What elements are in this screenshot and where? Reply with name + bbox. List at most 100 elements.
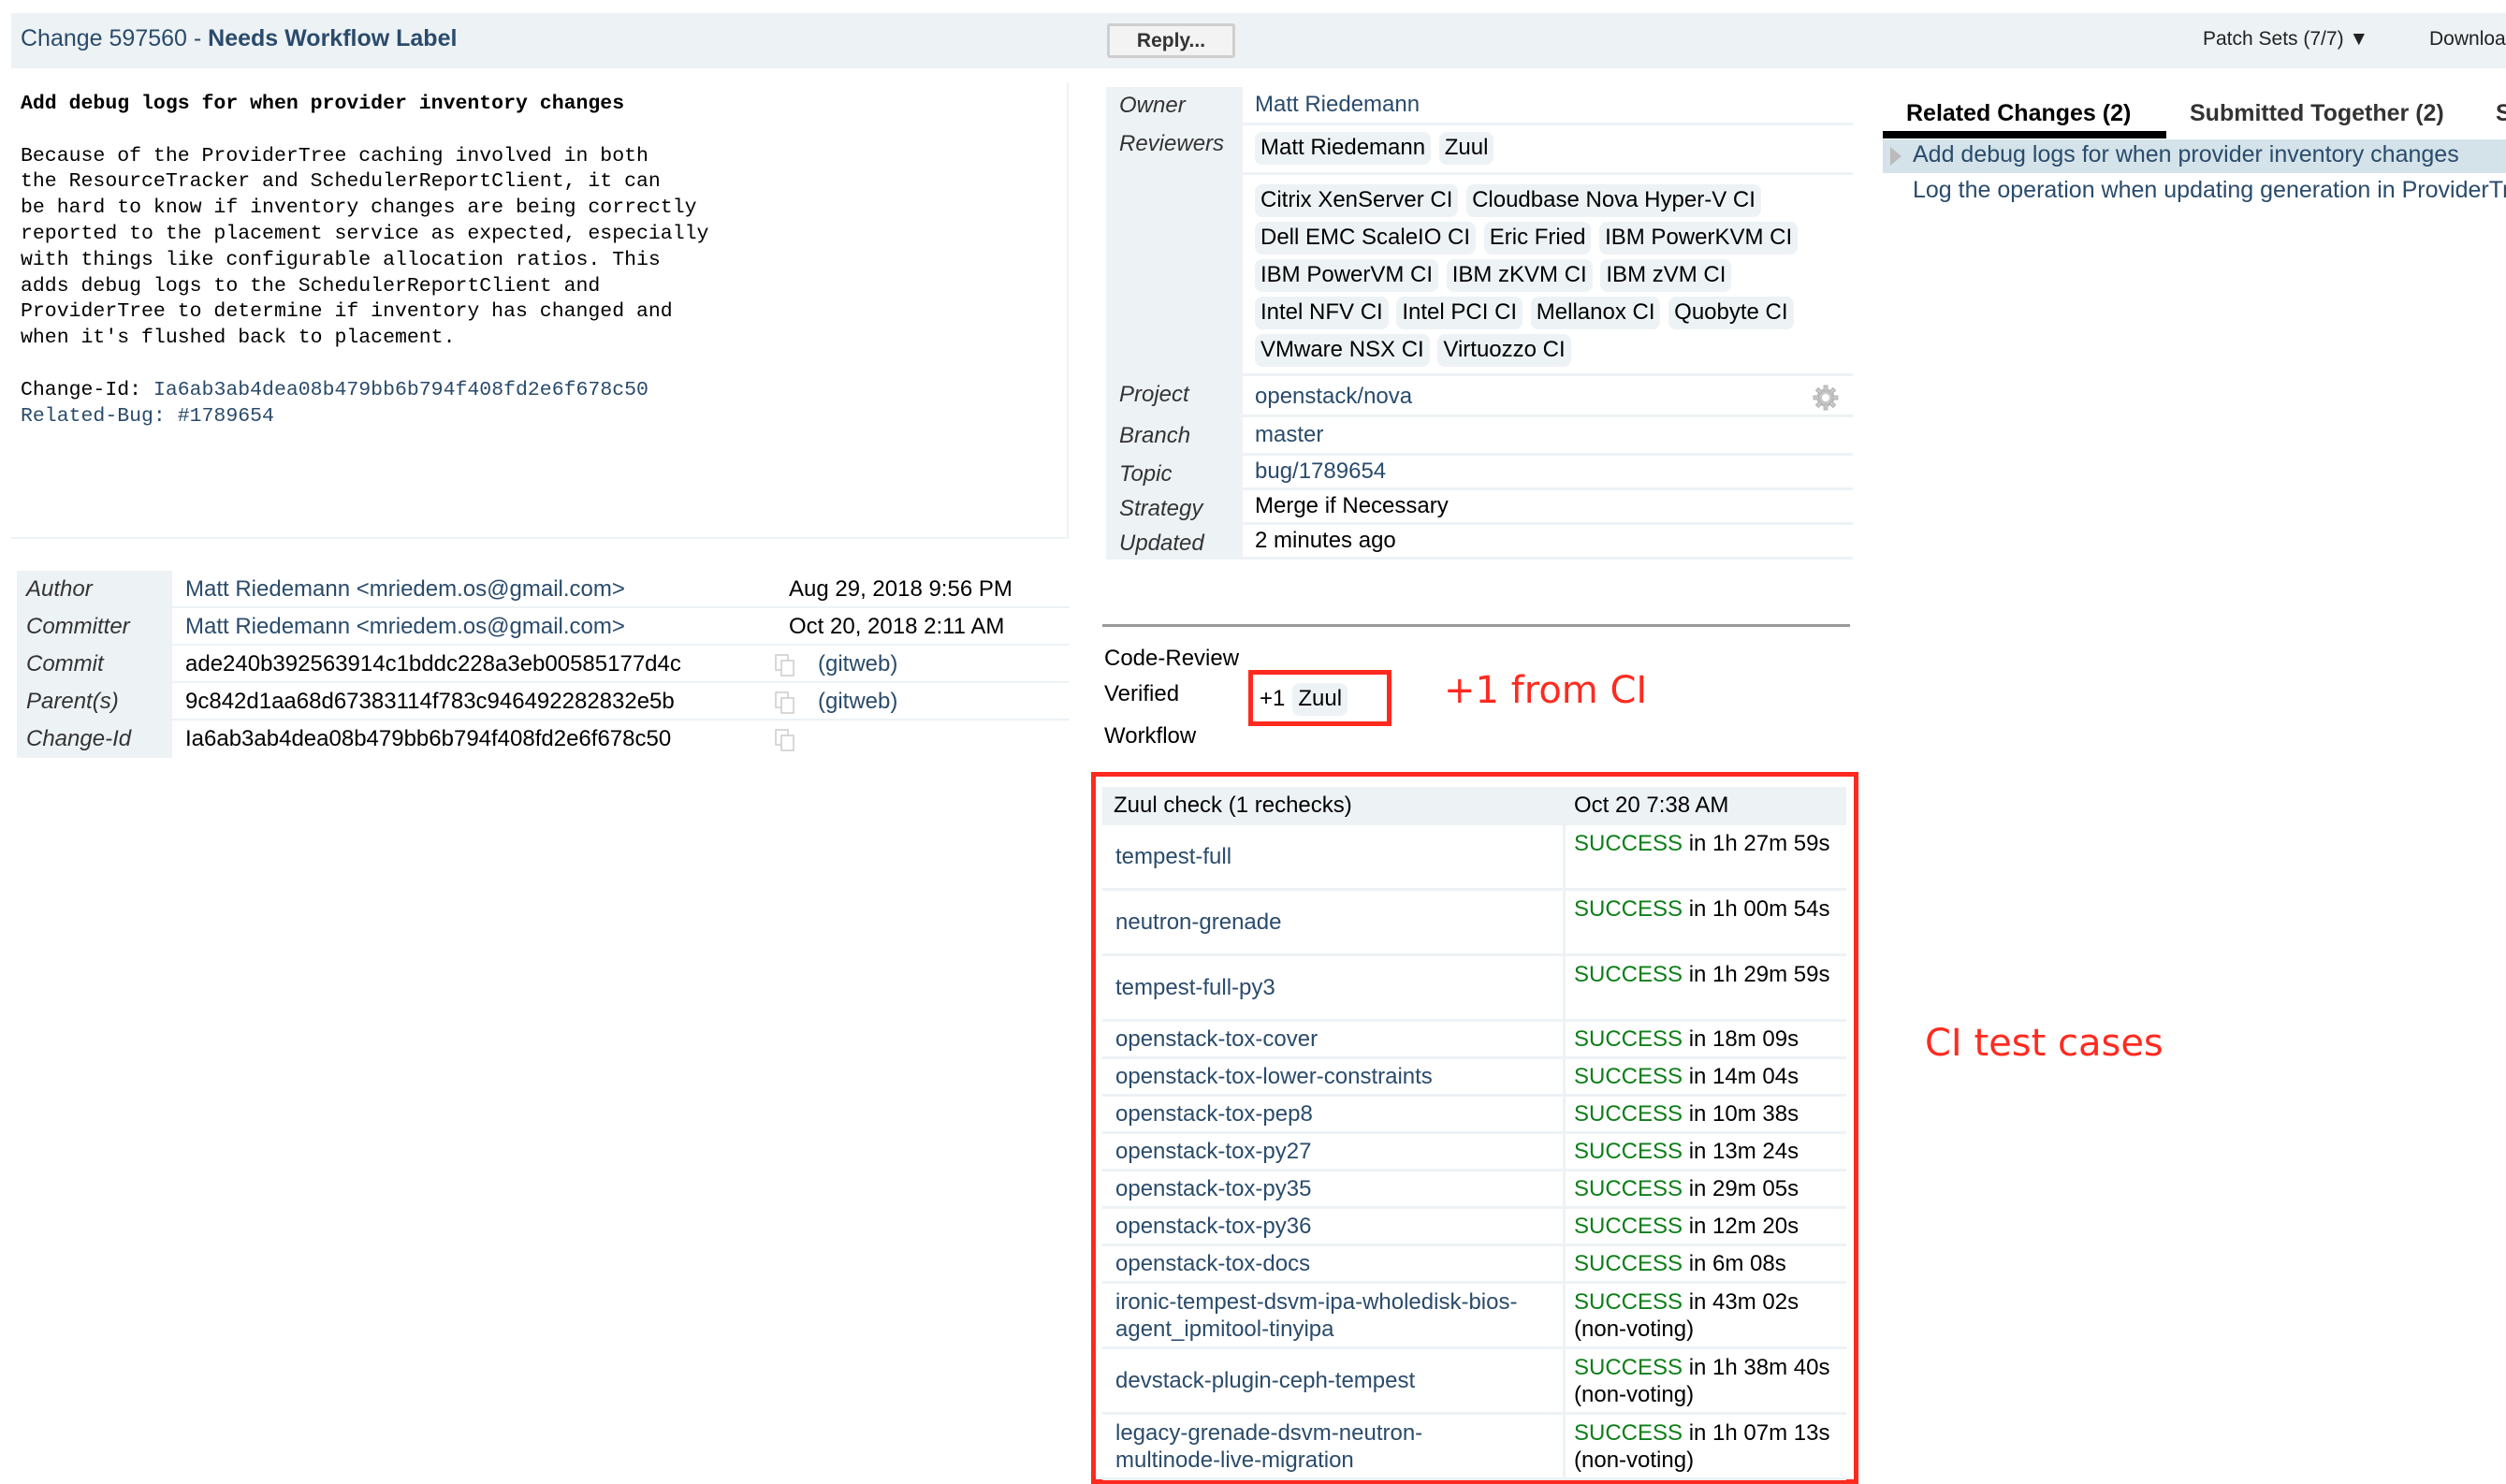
code-review-label: Code-Review (1104, 646, 1240, 671)
column-divider (1563, 1209, 1566, 1246)
reviewer-chip[interactable]: Quobyte CI (1668, 297, 1794, 329)
zuul-job-link[interactable]: tempest-full (1115, 843, 1551, 870)
project-row: Project openstack/nova (1106, 376, 1853, 417)
branch-link[interactable]: master (1255, 422, 1323, 447)
zuul-job-result: SUCCESS in 12m 20s (1574, 1213, 1841, 1240)
parent-gitweb-link[interactable]: (gitweb) (818, 689, 897, 715)
verified-label: Verified (1104, 681, 1180, 706)
zuul-job-row: openstack-tox-py36 SUCCESS in 12m 20s (1102, 1209, 1846, 1246)
related-change-item-current[interactable]: Add debug logs for when provider invento… (1883, 139, 2506, 173)
job-status: SUCCESS (1574, 1355, 1683, 1380)
tab-submitted-together[interactable]: Submitted Together (2) (2190, 100, 2444, 127)
zuul-job-link[interactable]: tempest-full-py3 (1115, 974, 1551, 1001)
zuul-job-link[interactable]: neutron-grenade (1115, 909, 1551, 936)
copy-icon[interactable] (773, 728, 799, 754)
strategy-label: Strategy (1119, 496, 1203, 521)
zuul-job-link[interactable]: openstack-tox-py35 (1115, 1175, 1551, 1202)
related-change-link[interactable]: Log the operation when updating generati… (1913, 177, 2506, 204)
job-duration: in 13m 24s (1683, 1139, 1799, 1164)
zuul-title: Zuul check (1 rechecks) (1114, 793, 1352, 818)
zuul-job-link[interactable]: devstack-plugin-ceph-tempest (1115, 1367, 1551, 1394)
job-status: SUCCESS (1574, 1214, 1683, 1239)
reviewer-chip[interactable]: Cloudbase Nova Hyper-V CI (1466, 184, 1761, 217)
change-id-link[interactable]: Ia6ab3ab4dea08b479bb6b794f408fd2e6f678c5… (153, 379, 648, 401)
reviewer-chip[interactable]: IBM zKVM CI (1446, 259, 1593, 292)
project-link[interactable]: openstack/nova (1255, 384, 1412, 409)
reviewer-chip[interactable]: Zuul (1438, 132, 1494, 165)
patch-sets-dropdown[interactable]: Patch Sets (7/7) ▼ (2203, 28, 2368, 51)
zuul-job-link[interactable]: openstack-tox-cover (1115, 1026, 1551, 1053)
updated-value: 2 minutes ago (1255, 528, 1396, 553)
topic-row: Topic bug/1789654 (1106, 456, 1853, 490)
gear-icon[interactable] (1812, 384, 1840, 412)
job-duration: in 14m 04s (1683, 1064, 1799, 1089)
topic-link[interactable]: bug/1789654 (1255, 458, 1386, 484)
reviewer-chip[interactable]: Intel NFV CI (1255, 297, 1389, 329)
reviewer-chip[interactable]: Eric Fried (1483, 222, 1592, 255)
zuul-job-link[interactable]: openstack-tox-py36 (1115, 1213, 1551, 1240)
job-duration: in 1h 27m 59s (1683, 831, 1830, 856)
tab-related-changes[interactable]: Related Changes (2) (1906, 100, 2131, 127)
reply-button[interactable]: Reply... (1107, 23, 1235, 58)
change-status: Needs Workflow Label (208, 25, 458, 51)
updated-row: Updated 2 minutes ago (1106, 525, 1853, 560)
zuul-job-row: openstack-tox-pep8 SUCCESS in 10m 38s (1102, 1097, 1846, 1134)
copy-icon[interactable] (773, 653, 799, 679)
branch-label: Branch (1119, 423, 1191, 448)
reviewer-chip[interactable]: VMware NSX CI (1255, 334, 1430, 367)
zuul-job-link[interactable]: openstack-tox-pep8 (1115, 1100, 1551, 1128)
reviewer-chip[interactable]: IBM PowerVM CI (1255, 259, 1439, 292)
column-divider (1563, 1022, 1566, 1059)
branch-row: Branch master (1106, 417, 1853, 456)
column-divider (1563, 956, 1566, 1022)
parents-label: Parent(s) (26, 689, 119, 714)
zuul-job-link[interactable]: openstack-tox-docs (1115, 1250, 1551, 1277)
author-link[interactable]: Matt Riedemann <mriedem.os@gmail.com> (185, 576, 625, 603)
reviewer-chip[interactable]: Citrix XenServer CI (1255, 184, 1459, 217)
reviewer-chip[interactable]: IBM zVM CI (1600, 259, 1732, 292)
zuul-job-result: SUCCESS in 43m 02s (non-voting) (1574, 1288, 1841, 1343)
reviewer-chip[interactable]: IBM PowerKVM CI (1599, 222, 1799, 255)
parent-sha: 9c842d1aa68d67383114f783c946492282832e5b (185, 689, 675, 714)
committer-label: Committer (26, 614, 130, 639)
change-number: Change 597560 - (21, 25, 209, 51)
zuul-job-result: SUCCESS in 14m 04s (1574, 1063, 1841, 1090)
commit-gitweb-link[interactable]: (gitweb) (818, 651, 897, 677)
reviewer-chip[interactable]: Virtuozzo CI (1437, 334, 1571, 367)
download-menu[interactable]: Download (2429, 28, 2506, 51)
zuul-job-link[interactable]: ironic-tempest-dsvm-ipa-wholedisk-bios-a… (1115, 1288, 1551, 1343)
zuul-job-row: tempest-full-py3 SUCCESS in 1h 29m 59s (1102, 956, 1846, 1022)
change-info-panel: Owner Matt Riedemann Reviewers Matt Ried… (1106, 87, 1853, 560)
reviewer-chip[interactable]: Dell EMC ScaleIO CI (1255, 222, 1477, 255)
copy-icon[interactable] (773, 691, 799, 717)
zuul-job-row: legacy-grenade-dsvm-neutron-multinode-li… (1102, 1415, 1846, 1480)
reviewer-chip[interactable]: Mellanox CI (1530, 297, 1661, 329)
related-bug-link[interactable]: Related-Bug: #1789654 (21, 405, 274, 428)
commit-message: Add debug logs for when provider invento… (11, 82, 1069, 539)
committer-link[interactable]: Matt Riedemann <mriedem.os@gmail.com> (185, 614, 625, 640)
commit-subject: Add debug logs for when provider invento… (21, 93, 625, 115)
column-divider (1563, 1097, 1566, 1134)
zuul-job-row: ironic-tempest-dsvm-ipa-wholedisk-bios-a… (1102, 1284, 1846, 1349)
reviewer-chip[interactable]: Intel PCI CI (1396, 297, 1523, 329)
reviewers-label: Reviewers (1119, 131, 1225, 156)
author-label: Author (26, 576, 93, 602)
zuul-job-link[interactable]: legacy-grenade-dsvm-neutron-multinode-li… (1115, 1419, 1551, 1474)
owner-link[interactable]: Matt Riedemann (1255, 92, 1420, 117)
job-duration: in 10m 38s (1683, 1101, 1799, 1127)
zuul-job-list: tempest-full SUCCESS in 1h 27m 59s neutron… (1102, 825, 1846, 1480)
tab-same-topic[interactable]: S (2496, 100, 2506, 127)
zuul-job-link[interactable]: openstack-tox-py27 (1115, 1138, 1551, 1165)
zuul-job-row: tempest-full SUCCESS in 1h 27m 59s (1102, 825, 1846, 891)
strategy-value: Merge if Necessary (1255, 493, 1449, 518)
job-status: SUCCESS (1574, 1064, 1683, 1089)
owner-label: Owner (1119, 93, 1186, 118)
change-id-value: Ia6ab3ab4dea08b479bb6b794f408fd2e6f678c5… (185, 726, 672, 751)
related-change-link[interactable]: Add debug logs for when provider invento… (1913, 141, 2459, 168)
workflow-label: Workflow (1104, 723, 1197, 749)
zuul-job-link[interactable]: openstack-tox-lower-constraints (1115, 1063, 1551, 1090)
updated-label: Updated (1119, 531, 1204, 556)
committer-date: Oct 20, 2018 2:11 AM (789, 614, 1005, 639)
commit-row: Commit ade240b392563914c1bddc228a3eb0058… (17, 646, 1070, 683)
reviewer-chip[interactable]: Matt Riedemann (1255, 132, 1432, 165)
